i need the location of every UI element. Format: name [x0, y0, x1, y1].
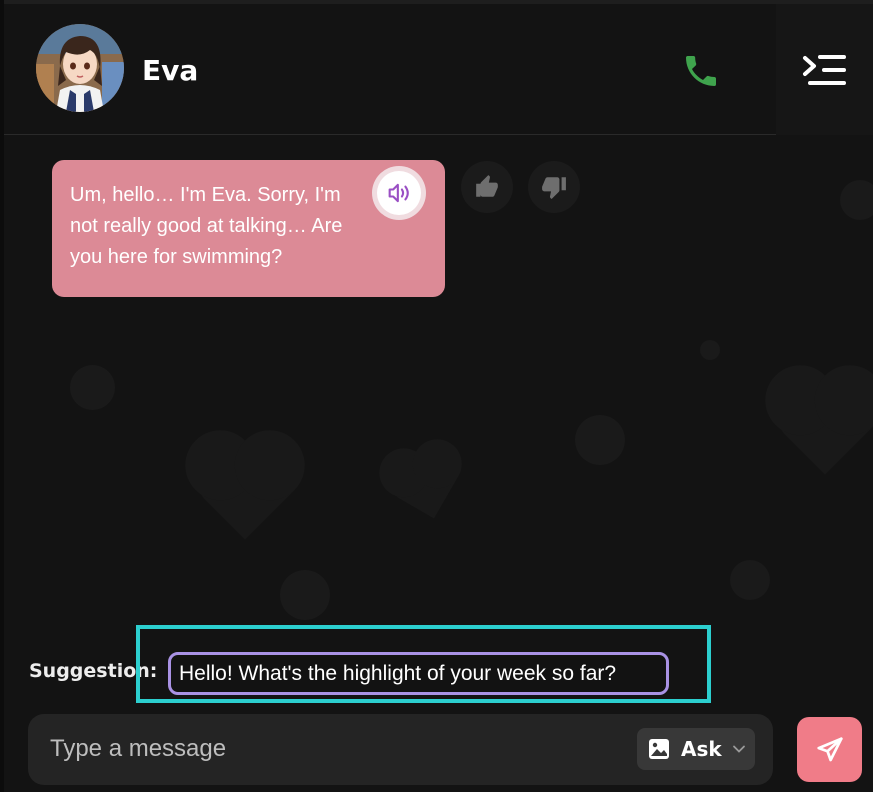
dislike-button[interactable]: [528, 161, 580, 213]
thumbs-down-icon: [542, 177, 566, 200]
message-text: Um, hello… I'm Eva. Sorry, I'm not reall…: [70, 184, 343, 268]
call-button[interactable]: [680, 50, 722, 92]
send-button[interactable]: [797, 717, 862, 782]
play-audio-button[interactable]: [372, 166, 426, 220]
mode-label: Ask: [681, 737, 722, 761]
send-icon: [816, 736, 843, 761]
sidebar-toggle-button[interactable]: [776, 4, 873, 135]
chevron-down-icon: [732, 745, 745, 753]
sidebar-toggle-icon: [802, 54, 846, 85]
message-bubble: Um, hello… I'm Eva. Sorry, I'm not reall…: [52, 160, 445, 297]
suggestion-chip[interactable]: Hello! What's the highlight of your week…: [168, 652, 669, 695]
composer: Ask: [28, 714, 773, 785]
character-name: Eva: [142, 54, 199, 87]
message-input[interactable]: [50, 728, 620, 770]
speaker-icon: [388, 183, 409, 203]
speaker-button-face: [377, 171, 421, 215]
image-icon: [649, 739, 669, 759]
thumbs-up-icon: [476, 175, 498, 197]
avatar[interactable]: [36, 24, 124, 112]
mode-select[interactable]: Ask: [637, 728, 755, 770]
chat-header: Eva: [4, 4, 873, 135]
phone-icon: [686, 56, 716, 86]
like-button[interactable]: [461, 161, 513, 213]
character-avatar-icon: [36, 24, 124, 112]
